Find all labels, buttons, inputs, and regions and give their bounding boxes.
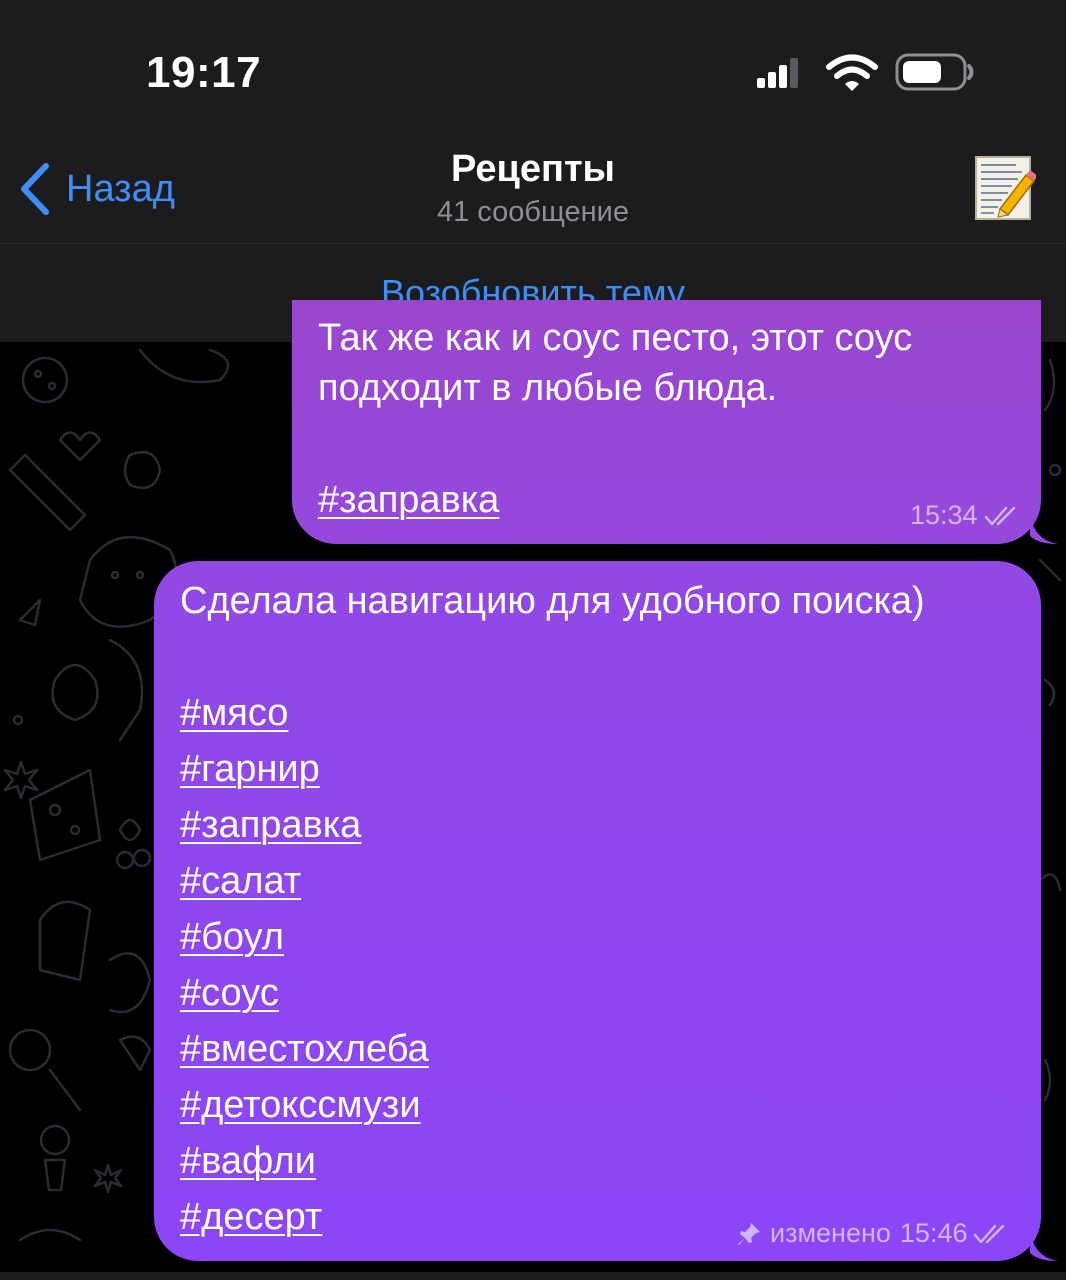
bubble-tail bbox=[1030, 1231, 1058, 1261]
chat-header: Назад Рецепты 41 сообщение bbox=[0, 130, 1066, 244]
signal-icon bbox=[757, 58, 798, 88]
message-time: 15:34 bbox=[910, 500, 978, 530]
message-text: подходит в любые блюда. bbox=[318, 367, 778, 409]
chat-subtitle: 41 сообщение bbox=[436, 196, 629, 228]
hashtag-link-detox-smoothie[interactable]: #детокссмузи bbox=[180, 1077, 429, 1133]
message-text: Сделала навигацию для удобного поиска) bbox=[180, 580, 925, 622]
hashtag-link-meat[interactable]: #мясо bbox=[180, 685, 429, 741]
pin-icon bbox=[738, 1222, 760, 1245]
hashtag-link-sauce[interactable]: #соус bbox=[180, 965, 429, 1021]
hashtag-link-waffles[interactable]: #вафли bbox=[180, 1133, 429, 1189]
hashtag-list: #мясо #гарнир #заправка #салат #боул #со… bbox=[180, 685, 429, 1245]
chat-title[interactable]: Рецепты bbox=[0, 148, 1066, 191]
message-text-clipped: Так же как и соус песто, этот соус bbox=[318, 317, 913, 359]
status-bar: 19:17 bbox=[0, 0, 1066, 130]
battery-icon bbox=[895, 53, 974, 91]
hashtag-link-bowl[interactable]: #боул bbox=[180, 909, 429, 965]
hashtag-link-dessert[interactable]: #десерт bbox=[180, 1189, 429, 1245]
hashtag-link[interactable]: #заправка bbox=[318, 472, 499, 528]
wifi-icon bbox=[826, 54, 878, 91]
hashtag-link-bread-substitute[interactable]: #вместохлеба bbox=[180, 1021, 429, 1077]
hashtag-link-salad[interactable]: #салат bbox=[180, 853, 429, 909]
edited-label: изменено bbox=[770, 1218, 891, 1248]
message-meta: изменено 15:46 bbox=[736, 1218, 1011, 1249]
topic-notepad-icon[interactable] bbox=[972, 153, 1036, 223]
hashtag-link-dressing[interactable]: #заправка bbox=[180, 797, 429, 853]
hashtag-link-garnish[interactable]: #гарнир bbox=[180, 741, 429, 797]
double-check-icon bbox=[974, 1224, 1005, 1243]
message-meta: 15:34 bbox=[910, 500, 1022, 531]
message-time: 15:46 bbox=[899, 1218, 968, 1248]
bottom-edge bbox=[0, 1272, 1066, 1280]
double-check-icon bbox=[984, 506, 1015, 525]
bubble-tail bbox=[1030, 514, 1058, 544]
status-time: 19:17 bbox=[146, 48, 262, 97]
